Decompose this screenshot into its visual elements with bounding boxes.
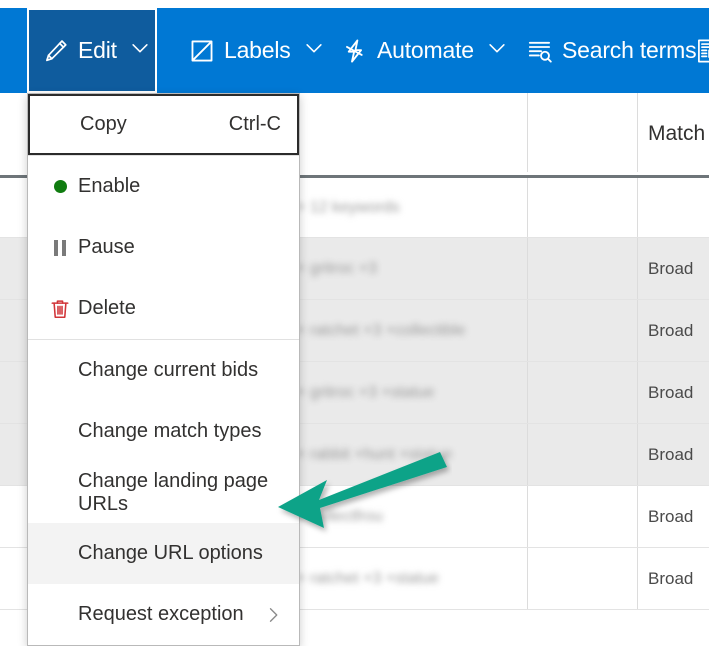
menu-item-change-current-bids[interactable]: Change current bids bbox=[28, 340, 299, 401]
chevron-down-icon bbox=[303, 37, 325, 65]
menu-item-copy[interactable]: Copy Ctrl-C bbox=[28, 94, 299, 155]
menu-item-label: Enable bbox=[78, 175, 141, 197]
chevron-down-icon bbox=[486, 37, 508, 65]
cell-keyword: + rabbit +hunt +statue bbox=[296, 445, 453, 463]
cell-divider bbox=[637, 178, 638, 237]
cell-divider bbox=[637, 424, 638, 485]
menu-item-change-landing-urls[interactable]: Change landing page URLs bbox=[28, 462, 299, 523]
report-table-icon bbox=[695, 38, 709, 64]
pause-icon bbox=[54, 239, 66, 256]
toolbar-button-label: Automate bbox=[377, 37, 474, 63]
menu-item-label: Change match types bbox=[78, 420, 262, 442]
cell-divider bbox=[527, 486, 528, 547]
toolbar-button-label: Search terms bbox=[562, 37, 697, 63]
cell-keyword: + gritroc +3 bbox=[296, 259, 377, 277]
menu-item-enable[interactable]: Enable bbox=[28, 156, 299, 217]
toolbar-button-edit[interactable]: Edit bbox=[27, 8, 157, 93]
cell-divider bbox=[527, 548, 528, 609]
header-column-divider bbox=[527, 93, 528, 172]
cell-divider bbox=[637, 238, 638, 299]
chevron-right-icon bbox=[263, 605, 283, 625]
cell-divider bbox=[637, 486, 638, 547]
enable-icon bbox=[53, 180, 67, 193]
menu-item-pause[interactable]: Pause bbox=[28, 217, 299, 278]
cell-divider bbox=[637, 300, 638, 361]
cell-divider bbox=[527, 362, 528, 423]
menu-item-label: Pause bbox=[78, 236, 135, 258]
menu-item-change-match-types[interactable]: Change match types bbox=[28, 401, 299, 462]
cell-keyword: + collectfrou bbox=[296, 507, 383, 525]
cell-match-type: Broad bbox=[648, 382, 694, 402]
pencil-icon bbox=[43, 38, 69, 64]
menu-item-request-exception[interactable]: Request exception bbox=[28, 584, 299, 645]
column-header-match[interactable]: Match bbox=[648, 122, 705, 146]
menu-item-delete[interactable]: Delete bbox=[28, 278, 299, 339]
cell-keyword: + gritroc +3 +statue bbox=[296, 383, 435, 401]
menu-item-label: Copy bbox=[80, 113, 127, 135]
menu-item-label: Change landing page URLs bbox=[78, 469, 269, 515]
enable-icon bbox=[42, 180, 78, 193]
cell-match-type: Broad bbox=[648, 444, 694, 464]
cell-match-type: Broad bbox=[648, 568, 694, 588]
label-tag-icon bbox=[189, 38, 215, 64]
toolbar-button-label: Edit bbox=[78, 37, 117, 63]
cell-match-type: Broad bbox=[648, 506, 694, 526]
header-column-divider bbox=[637, 93, 638, 172]
cell-divider bbox=[637, 362, 638, 423]
action-toolbar: Edit Labels Automate Search terms bbox=[0, 8, 709, 93]
menu-item-label: Delete bbox=[78, 297, 136, 319]
menu-item-shortcut: Ctrl-C bbox=[228, 113, 281, 135]
cell-keyword: + ratchet +3 +statue bbox=[296, 569, 439, 587]
cell-match-type: Broad bbox=[648, 320, 694, 340]
cell-keyword: + 12 keywords bbox=[296, 198, 400, 216]
menu-item-label: Change URL options bbox=[78, 542, 263, 564]
search-list-icon bbox=[527, 38, 553, 64]
toolbar-button-labels[interactable]: Labels bbox=[175, 8, 328, 93]
cell-divider bbox=[527, 300, 528, 361]
cell-divider bbox=[527, 424, 528, 485]
toolbar-button-search-terms[interactable]: Search terms bbox=[513, 8, 697, 93]
cell-match-type: Broad bbox=[648, 258, 694, 278]
menu-item-label: Request exception bbox=[78, 603, 244, 625]
toolbar-button-reports[interactable] bbox=[681, 8, 709, 93]
edit-dropdown-menu: Copy Ctrl-C Enable Pause Delete Change curren… bbox=[27, 93, 300, 646]
menu-item-label: Change current bids bbox=[78, 359, 259, 381]
cell-divider bbox=[637, 548, 638, 609]
trash-icon bbox=[42, 298, 78, 320]
lightning-icon bbox=[342, 38, 368, 64]
cell-keyword: + ratchet +3 +collectible bbox=[296, 321, 466, 339]
cell-divider bbox=[527, 178, 528, 237]
menu-item-change-url-options[interactable]: Change URL options bbox=[28, 523, 299, 584]
chevron-down-icon bbox=[129, 37, 151, 65]
toolbar-button-label: Labels bbox=[224, 37, 291, 63]
toolbar-button-automate[interactable]: Automate bbox=[328, 8, 513, 93]
cell-divider bbox=[527, 238, 528, 299]
pause-icon bbox=[42, 239, 78, 256]
